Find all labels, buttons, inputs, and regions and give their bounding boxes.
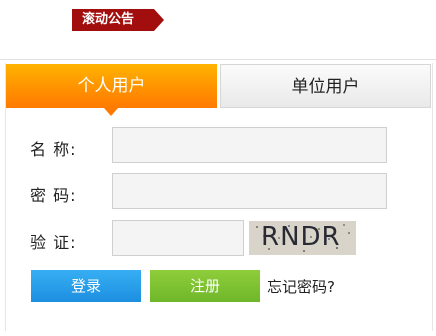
register-button[interactable]: 注册 [150,270,260,302]
name-input[interactable] [112,127,387,163]
forgot-password-link[interactable]: 忘记密码? [267,276,335,297]
captcha-input[interactable] [112,220,244,256]
announcement-banner[interactable]: 滚动公告 [72,9,154,31]
password-input[interactable] [112,173,387,209]
active-tab-pointer [104,108,118,116]
captcha-label: 验 证: [30,233,77,252]
tab-personal-user[interactable]: 个人用户 [6,64,217,108]
captcha-image[interactable]: RNDR [249,221,356,255]
captcha-text: RNDR [261,222,341,252]
divider [0,59,436,60]
tab-organization-user[interactable]: 单位用户 [220,64,431,108]
banner-arrow [154,9,164,31]
password-label: 密 码: [30,186,77,205]
login-button[interactable]: 登录 [31,270,141,302]
name-label: 名 称: [30,140,77,159]
